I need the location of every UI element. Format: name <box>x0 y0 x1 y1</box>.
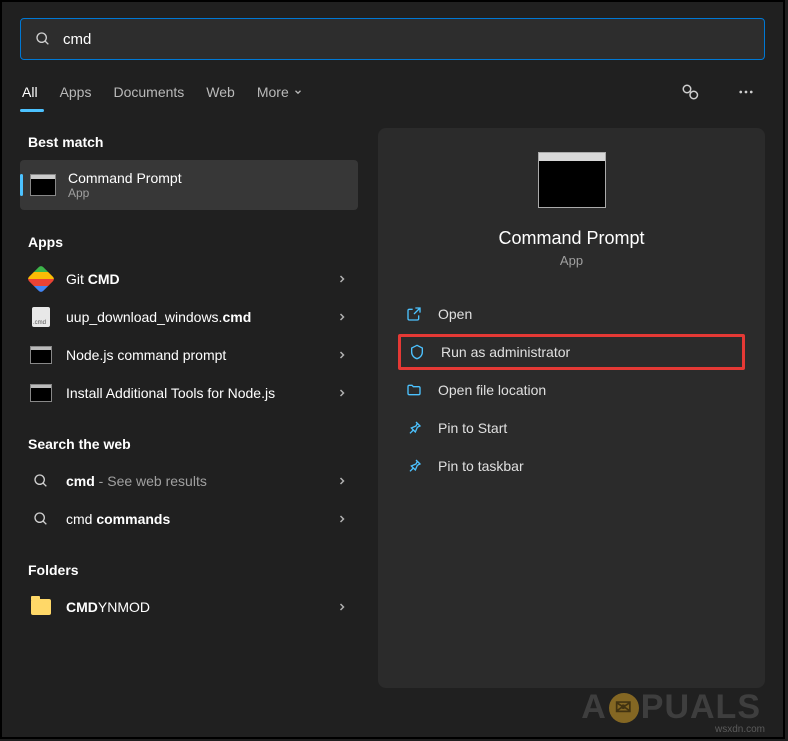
detail-subtitle: App <box>560 253 583 268</box>
chevron-right-icon <box>336 387 348 399</box>
action-open-location[interactable]: Open file location <box>398 372 745 408</box>
action-pin-taskbar-label: Pin to taskbar <box>438 458 524 474</box>
best-match-title: Command Prompt <box>68 170 182 186</box>
action-pin-taskbar[interactable]: Pin to taskbar <box>398 448 745 484</box>
app-git-cmd[interactable]: Git CMD <box>20 260 358 298</box>
watermark-logo-icon: ✉ <box>609 693 639 723</box>
shield-icon <box>409 344 425 360</box>
watermark: A ✉ PUALS <box>581 688 761 727</box>
action-open-location-label: Open file location <box>438 382 546 398</box>
more-options-button[interactable] <box>729 75 763 109</box>
chevron-right-icon <box>336 513 348 525</box>
action-run-admin-label: Run as administrator <box>441 344 570 360</box>
terminal-icon <box>30 384 52 402</box>
chevron-right-icon <box>336 349 348 361</box>
pin-icon <box>406 420 422 436</box>
best-match-command-prompt[interactable]: Command Prompt App <box>20 160 358 210</box>
action-pin-start-label: Pin to Start <box>438 420 507 436</box>
app-nodejs-prompt[interactable]: Node.js command prompt <box>20 336 358 374</box>
action-open[interactable]: Open <box>398 296 745 332</box>
section-folders: Folders <box>20 556 358 588</box>
chevron-right-icon <box>336 601 348 613</box>
watermark-sub: wsxdn.com <box>715 724 765 735</box>
action-open-label: Open <box>438 306 472 322</box>
folder-open-icon <box>406 382 422 398</box>
app-nodejs-tools[interactable]: Install Additional Tools for Node.js <box>20 374 358 412</box>
folder-icon <box>31 599 51 615</box>
folder-cmdynmod[interactable]: CMDYNMOD <box>20 588 358 626</box>
ellipsis-icon <box>737 83 755 101</box>
open-icon <box>406 306 422 322</box>
detail-pane: Command Prompt App Open Run as administr… <box>378 128 765 688</box>
tab-web[interactable]: Web <box>206 74 235 110</box>
search-icon <box>35 31 51 47</box>
search-icon <box>33 511 49 527</box>
command-prompt-large-icon <box>538 152 606 208</box>
search-bar[interactable]: cmd <box>20 18 765 60</box>
section-search-web: Search the web <box>20 430 358 462</box>
web-cmd-commands[interactable]: cmd commands <box>20 500 358 538</box>
tab-documents[interactable]: Documents <box>113 74 184 110</box>
chevron-right-icon <box>336 475 348 487</box>
web-cmd[interactable]: cmd - See web results <box>20 462 358 500</box>
cmd-file-icon <box>32 307 50 327</box>
chevron-right-icon <box>336 273 348 285</box>
chevron-right-icon <box>336 311 348 323</box>
results-column: Best match Command Prompt App Apps Git C… <box>20 128 358 688</box>
tab-apps[interactable]: Apps <box>60 74 92 110</box>
search-query: cmd <box>63 31 91 48</box>
command-prompt-icon <box>30 174 56 196</box>
action-pin-start[interactable]: Pin to Start <box>398 410 745 446</box>
git-icon <box>27 265 55 293</box>
filter-tabs: All Apps Documents Web More <box>20 74 765 110</box>
detail-title: Command Prompt <box>498 228 644 249</box>
search-icon <box>33 473 49 489</box>
tab-all[interactable]: All <box>22 74 38 110</box>
chevron-down-icon <box>293 87 303 97</box>
section-apps: Apps <box>20 228 358 260</box>
section-best-match: Best match <box>20 128 358 160</box>
best-match-subtitle: App <box>68 186 182 200</box>
action-run-admin[interactable]: Run as administrator <box>398 334 745 370</box>
search-across-icon <box>681 83 699 101</box>
tab-more[interactable]: More <box>257 74 303 110</box>
search-across-button[interactable] <box>673 75 707 109</box>
pin-icon <box>406 458 422 474</box>
app-uup-download[interactable]: uup_download_windows.cmd <box>20 298 358 336</box>
tab-more-label: More <box>257 84 289 100</box>
terminal-icon <box>30 346 52 364</box>
